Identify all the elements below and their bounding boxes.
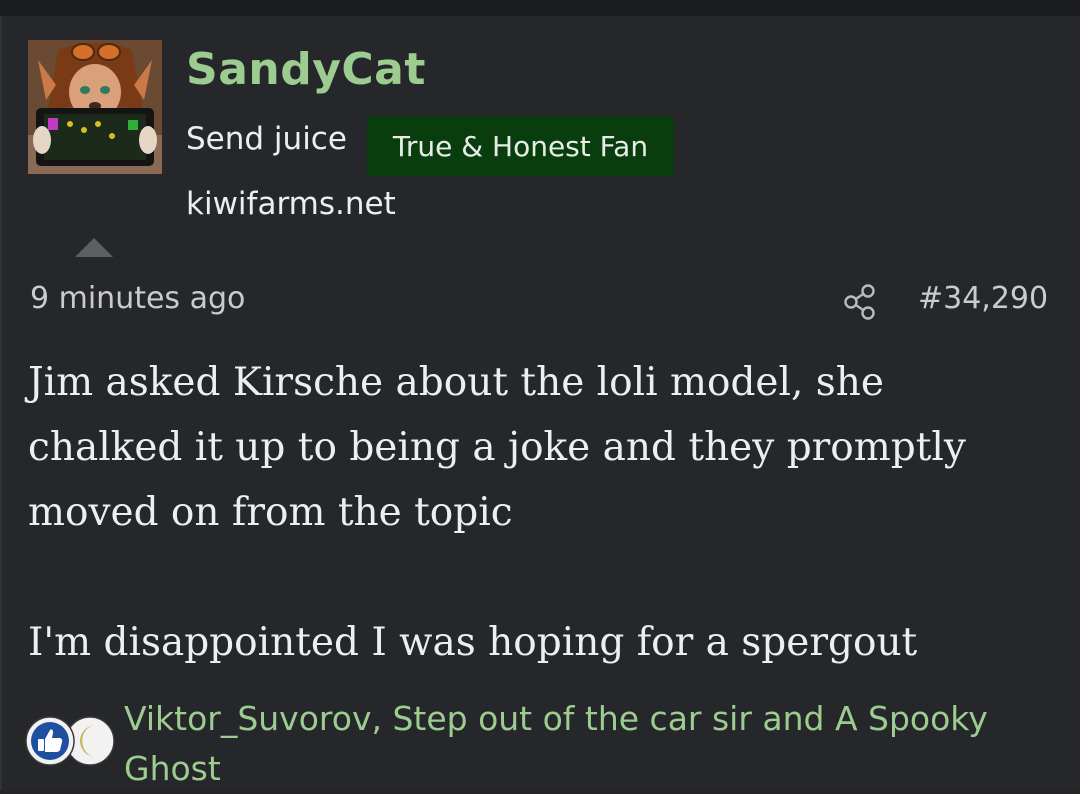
user-banner: True & Honest Fan (367, 116, 674, 176)
top-bar (0, 0, 1080, 16)
post-number[interactable]: #34,290 (918, 284, 1048, 314)
collapse-caret-icon[interactable] (75, 238, 113, 257)
share-icon[interactable] (842, 283, 878, 321)
user-avatar[interactable] (28, 40, 162, 174)
thumbs-up-icon (25, 716, 75, 766)
reaction-users[interactable]: Viktor_Suvorov, Step out of the car sir … (124, 694, 1044, 794)
post-timestamp[interactable]: 9 minutes ago (30, 284, 245, 314)
post-body-line: Jim asked Kirsche about the loli model, … (28, 360, 884, 405)
post-body-blank-line (28, 545, 1058, 610)
post-body-line: I'm disappointed I was hoping for a sper… (28, 620, 918, 665)
post-body-line: moved on from the topic (28, 490, 513, 535)
reaction-icons[interactable] (24, 713, 120, 769)
avatar-illustration (28, 40, 162, 174)
reactors-line[interactable]: Viktor_Suvorov, Step out of the car sir … (124, 694, 1044, 744)
post-body: Jim asked Kirsche about the loli model, … (28, 350, 1058, 675)
user-site: kiwifarms.net (186, 186, 396, 222)
user-title: Send juice (186, 121, 347, 157)
post-username[interactable]: SandyCat (186, 48, 426, 92)
post-body-line: chalked it up to being a joke and they p… (28, 425, 966, 470)
reactors-line[interactable]: Ghost (124, 744, 1044, 794)
